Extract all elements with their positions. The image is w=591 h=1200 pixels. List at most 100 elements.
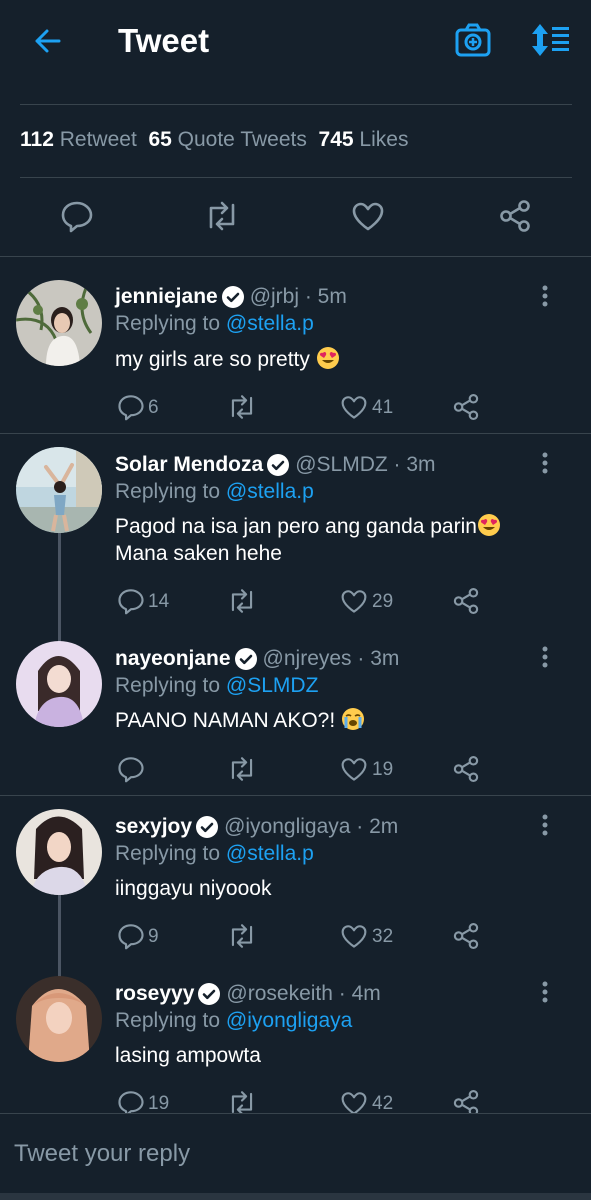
- reply-count: 14: [148, 591, 170, 612]
- replying-prefix: Replying to: [115, 842, 221, 865]
- replying-to: Replying to @iyongligaya: [115, 1009, 352, 1033]
- reply-count: 6: [148, 397, 159, 418]
- retweet-count: 112: [20, 128, 54, 151]
- thread-line: [58, 532, 61, 642]
- author-handle[interactable]: @rosekeith · 4m: [226, 982, 380, 1006]
- retweet-button-icon[interactable]: [226, 755, 258, 783]
- more-options-icon[interactable]: [538, 814, 552, 836]
- more-options-icon[interactable]: [538, 452, 552, 474]
- tweet-stats: 112 Retweet 65 Quote Tweets 745 Likes: [20, 128, 408, 152]
- retweet-button-icon[interactable]: [226, 393, 258, 421]
- keyboard-edge: [0, 1193, 591, 1200]
- like-count: 32: [372, 926, 394, 947]
- reply-input[interactable]: Tweet your reply: [14, 1140, 190, 1168]
- reply-text: PAANO NAMAN AKO?!: [115, 707, 555, 734]
- likes-label[interactable]: Likes: [359, 128, 408, 151]
- mention-link[interactable]: @SLMDZ: [226, 674, 319, 697]
- replying-prefix: Replying to: [115, 480, 221, 503]
- like-count: 41: [372, 397, 394, 418]
- retweet-label[interactable]: Retweet: [60, 128, 137, 151]
- crying-face-emoji-icon: [341, 707, 365, 731]
- reply-count: 19: [148, 1093, 170, 1114]
- like-count: 745: [318, 128, 354, 151]
- retweet-icon[interactable]: [203, 199, 241, 233]
- reply-icon[interactable]: [60, 199, 94, 233]
- more-options-icon[interactable]: [538, 646, 552, 668]
- reply-button-icon[interactable]: [117, 755, 145, 783]
- verified-badge-icon: [196, 816, 219, 838]
- author-handle[interactable]: @jrbj · 5m: [250, 285, 347, 309]
- like-button-icon[interactable]: [340, 394, 368, 420]
- divider: [20, 177, 572, 178]
- sort-icon[interactable]: [530, 22, 572, 58]
- author-name[interactable]: nayeonjane: [115, 647, 231, 671]
- reply-button-icon[interactable]: [117, 587, 145, 615]
- quote-count: 65: [148, 128, 172, 151]
- avatar[interactable]: [16, 809, 102, 895]
- reply-text-content: Pagod na isa jan pero ang ganda parin: [115, 515, 477, 538]
- author-handle[interactable]: @njreyes · 3m: [263, 647, 400, 671]
- divider: [20, 104, 572, 105]
- verified-badge-icon: [267, 454, 290, 476]
- divider: [0, 256, 591, 257]
- quote-label[interactable]: Quote Tweets: [178, 128, 307, 151]
- reply-button-icon[interactable]: [117, 922, 145, 950]
- replying-to: Replying to @stella.p: [115, 842, 314, 866]
- reply-text: iinggayu niyoook: [115, 875, 555, 902]
- mention-link[interactable]: @iyongligaya: [226, 1009, 352, 1032]
- heart-eyes-emoji-icon: [477, 513, 501, 537]
- like-count: 19: [372, 759, 394, 780]
- replying-to: Replying to @stella.p: [115, 480, 314, 504]
- divider: [0, 1113, 591, 1114]
- like-count: 42: [372, 1093, 394, 1114]
- share-button-icon[interactable]: [452, 587, 480, 615]
- mention-link[interactable]: @stella.p: [226, 842, 314, 865]
- reply-text: lasing ampowta: [115, 1042, 555, 1069]
- reply-text-content: my girls are so pretty: [115, 348, 310, 371]
- verified-badge-icon: [198, 983, 221, 1005]
- author-name[interactable]: Solar Mendoza: [115, 453, 263, 477]
- replying-prefix: Replying to: [115, 1009, 221, 1032]
- divider: [0, 795, 591, 796]
- share-button-icon[interactable]: [452, 755, 480, 783]
- mention-link[interactable]: @stella.p: [226, 480, 314, 503]
- reply-text-content: lasing ampowta: [115, 1044, 261, 1067]
- author-name[interactable]: jenniejane: [115, 285, 218, 309]
- verified-badge-icon: [221, 286, 244, 308]
- reply-text: my girls are so pretty: [115, 346, 555, 373]
- share-icon[interactable]: [498, 199, 532, 233]
- author-name[interactable]: sexyjoy: [115, 815, 192, 839]
- avatar[interactable]: [16, 641, 102, 727]
- avatar[interactable]: [16, 976, 102, 1062]
- replying-to: Replying to @SLMDZ: [115, 674, 318, 698]
- share-button-icon[interactable]: [452, 922, 480, 950]
- like-count: 29: [372, 591, 394, 612]
- author-handle[interactable]: @iyongligaya · 2m: [224, 815, 398, 839]
- author-handle[interactable]: @SLMDZ · 3m: [295, 453, 435, 477]
- replying-to: Replying to @stella.p: [115, 312, 314, 336]
- like-button-icon[interactable]: [340, 588, 368, 614]
- verified-badge-icon: [234, 648, 257, 670]
- replying-prefix: Replying to: [115, 312, 221, 335]
- replying-prefix: Replying to: [115, 674, 221, 697]
- more-options-icon[interactable]: [538, 981, 552, 1003]
- retweet-button-icon[interactable]: [226, 587, 258, 615]
- avatar[interactable]: [16, 447, 102, 533]
- author-name[interactable]: roseyyy: [115, 982, 194, 1006]
- share-button-icon[interactable]: [452, 393, 480, 421]
- retweet-button-icon[interactable]: [226, 922, 258, 950]
- like-button-icon[interactable]: [340, 923, 368, 949]
- reply-text: Pagod na isa jan pero ang ganda parin Man…: [115, 513, 555, 567]
- reply-button-icon[interactable]: [117, 393, 145, 421]
- back-arrow-icon[interactable]: [32, 26, 62, 56]
- mention-link[interactable]: @stella.p: [226, 312, 314, 335]
- like-button-icon[interactable]: [340, 756, 368, 782]
- like-icon[interactable]: [351, 200, 385, 232]
- heart-eyes-emoji-icon: [316, 346, 340, 370]
- avatar[interactable]: [16, 280, 102, 366]
- camera-icon[interactable]: [454, 22, 492, 58]
- divider: [0, 433, 591, 434]
- more-options-icon[interactable]: [538, 285, 552, 307]
- page-title: Tweet: [118, 22, 210, 59]
- reply-text-content: PAANO NAMAN AKO?!: [115, 709, 336, 732]
